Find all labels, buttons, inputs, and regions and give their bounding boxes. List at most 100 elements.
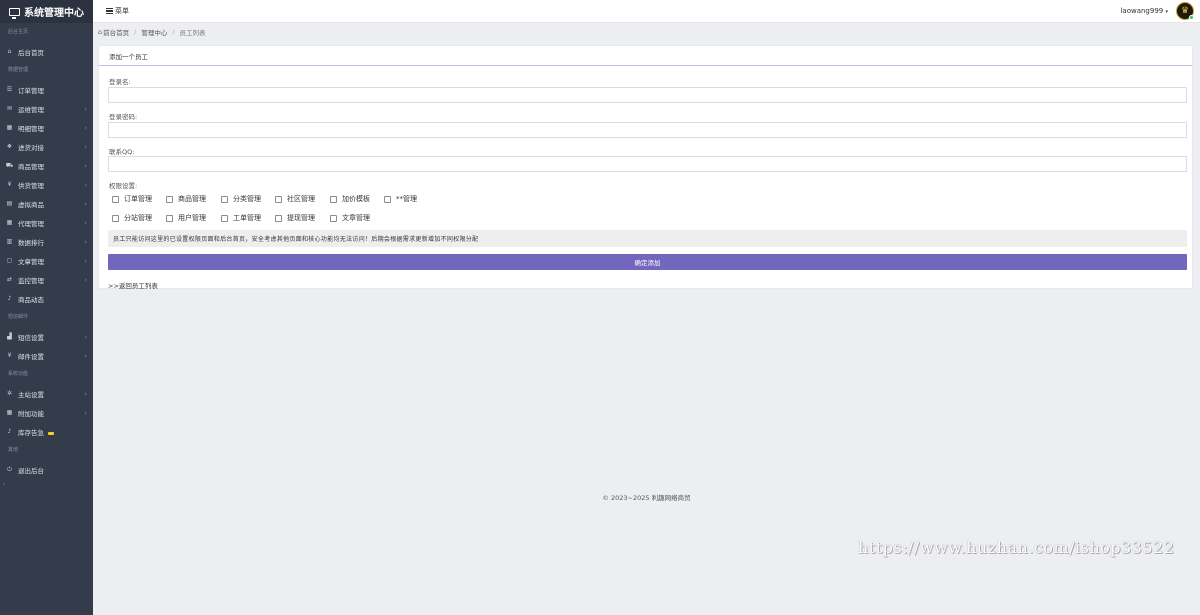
sidebar-item[interactable]: ♪ 商品动态	[0, 289, 93, 308]
bell-icon: ♪	[7, 295, 12, 302]
home-icon: ⌂	[7, 48, 12, 55]
sidebar-item[interactable]: ⏻ 退出后台	[0, 460, 93, 479]
sidebar-item[interactable]: ♪ 库存告急	[0, 422, 93, 441]
sidebar-item[interactable]: ☰ 订单管理	[0, 80, 93, 99]
back-to-list-link[interactable]: >>返回员工列表	[108, 280, 158, 290]
qq-input[interactable]	[108, 156, 1187, 172]
perm-goods[interactable]: 商品管理	[166, 194, 206, 204]
checkbox[interactable]	[384, 195, 391, 203]
perm-order[interactable]: 订单管理	[112, 194, 152, 204]
sidebar-section-title: 短信邮件	[8, 314, 29, 320]
user-dropdown[interactable]: laowang999 ▾	[1120, 7, 1168, 15]
cutlery-icon: ¥	[7, 181, 12, 188]
sidebar-item[interactable]: ⛟ 商品管理 ›	[0, 156, 93, 175]
sidebar-item[interactable]: ⌂ 后台首页	[0, 42, 93, 61]
password-input[interactable]	[108, 122, 1187, 138]
checkbox[interactable]	[275, 195, 282, 203]
checkbox[interactable]	[330, 214, 337, 222]
login-name-input[interactable]	[108, 87, 1187, 103]
permission-notice: 员工只能访问这里的已设置权限页面和后台首页，安全考虑其他页面和核心功能均无法访问…	[108, 230, 1187, 247]
breadcrumb-admin[interactable]: 管理中心	[141, 27, 167, 37]
perm-substation[interactable]: 分站管理	[112, 213, 152, 223]
sidebar-nav: 后台主页 ⌂ 后台首页 数据管理 ☰ 订单管理 ✉ 运维管理 › ▦ 明细管理 › ❖ 进货对接 › ⛟ 商品管…	[0, 23, 93, 479]
file-icon: ▢	[6, 257, 13, 264]
gear-icon: ✲	[6, 390, 13, 397]
sidebar-item-text: 商品管理	[18, 162, 44, 171]
sidebar-item-label: 附加功能	[18, 408, 84, 418]
checkbox[interactable]	[221, 214, 228, 222]
sidebar-item-text: 代理管理	[18, 219, 44, 228]
confirm-add-button[interactable]: 确定添加	[108, 254, 1187, 270]
sidebar-item-label: 邮件设置	[18, 351, 84, 361]
perm-article[interactable]: 文章管理	[330, 213, 370, 223]
sidebar-item-label: 短信设置	[18, 332, 84, 342]
checkbox[interactable]	[330, 195, 337, 203]
qq-label: 联系QQ:	[109, 148, 135, 156]
sidebar-item-label: 代理管理	[18, 218, 84, 228]
perm-markup-template[interactable]: 加价模板	[330, 194, 370, 204]
avatar[interactable]: ♛	[1176, 2, 1194, 20]
sidebar-item[interactable]: ▢ 文章管理 ›	[0, 251, 93, 270]
sidebar-item-text: 监控管理	[18, 276, 44, 285]
perm-community[interactable]: 社区管理	[275, 194, 315, 204]
username: laowang999	[1120, 7, 1164, 15]
sidebar-item[interactable]: ▦ 明细管理 ›	[0, 118, 93, 137]
sidebar-item[interactable]: ▥ 数据排行 ›	[0, 232, 93, 251]
crown-icon: ♛	[1180, 6, 1190, 16]
sidebar-item[interactable]: ❖ 进货对接 ›	[0, 137, 93, 156]
brand-title: 系统管理中心	[24, 8, 84, 19]
watermark: https://www.huzhan.com/ishop33522	[858, 538, 1175, 557]
bell-icon: ♪	[7, 428, 12, 435]
sidebar-item-label: 明细管理	[18, 123, 84, 133]
breadcrumb-separator: /	[134, 28, 137, 36]
bar-chart-icon: ▟	[7, 333, 12, 340]
sidebar-item-text: 明细管理	[18, 124, 44, 133]
checkbox[interactable]	[221, 195, 228, 203]
sidebar-item-text: 邮件设置	[18, 352, 44, 361]
perm-category[interactable]: 分类管理	[221, 194, 261, 204]
exchange-icon: ⇄	[6, 276, 13, 283]
menu-button[interactable]: 菜单	[106, 6, 129, 16]
perm-user[interactable]: 用户管理	[166, 213, 206, 223]
checkbox[interactable]	[166, 214, 173, 222]
sidebar-item[interactable]: ✲ 主站设置 ›	[0, 384, 93, 403]
chevron-right-icon: ›	[84, 351, 87, 360]
grid-icon: ▤	[6, 200, 13, 207]
brand[interactable]: 系统管理中心	[0, 0, 93, 23]
monitor-icon	[9, 7, 20, 19]
checkbox[interactable]	[166, 195, 173, 203]
checkbox[interactable]	[275, 214, 282, 222]
perm-other[interactable]: **管理	[384, 194, 417, 204]
chevron-right-icon: ›	[84, 180, 87, 189]
sidebar-item[interactable]: ▟ 短信设置 ›	[0, 327, 93, 346]
sidebar-item[interactable]: ▦ 代理管理 ›	[0, 213, 93, 232]
collapse-icon[interactable]: ‹	[3, 481, 5, 488]
list-icon: ☰	[6, 86, 13, 93]
sidebar-item[interactable]: ▦ 附加功能 ›	[0, 403, 93, 422]
sidebar-item[interactable]: ¥ 供货管理 ›	[0, 175, 93, 194]
comments-icon: ✉	[6, 105, 13, 112]
sidebar-item-label: 商品管理	[18, 161, 84, 171]
sidebar-item-label: 虚拟商品	[18, 199, 84, 209]
sidebar-item[interactable]: ¥ 邮件设置 ›	[0, 346, 93, 365]
perm-ticket[interactable]: 工单管理	[221, 213, 261, 223]
breadcrumb: ⌂ 前台首页 / 管理中心 / 员工列表	[98, 27, 206, 37]
sidebar-item[interactable]: ▤ 虚拟商品 ›	[0, 194, 93, 213]
home-icon: ⌂	[98, 28, 103, 36]
sidebar-item-label: 商品动态	[18, 294, 87, 304]
breadcrumb-separator: /	[172, 28, 175, 36]
sidebar-item[interactable]: ⇄ 监控管理 ›	[0, 270, 93, 289]
sidebar-item-label: 运维管理	[18, 104, 84, 114]
panel-title: 添加一个员工	[99, 46, 1192, 66]
checkbox[interactable]	[112, 214, 119, 222]
sidebar-item-label: 订单管理	[18, 85, 87, 95]
sidebar-item[interactable]: ✉ 运维管理 ›	[0, 99, 93, 118]
checkbox[interactable]	[112, 195, 119, 203]
sidebar-item-label: 退出后台	[18, 465, 87, 475]
sidebar-section-title: 系统功能	[8, 371, 29, 377]
chevron-right-icon: ›	[84, 199, 87, 208]
sidebar-item-text: 商品动态	[18, 295, 44, 304]
chevron-right-icon: ›	[84, 237, 87, 246]
perm-withdraw[interactable]: 提现管理	[275, 213, 315, 223]
breadcrumb-home[interactable]: 前台首页	[103, 27, 129, 37]
